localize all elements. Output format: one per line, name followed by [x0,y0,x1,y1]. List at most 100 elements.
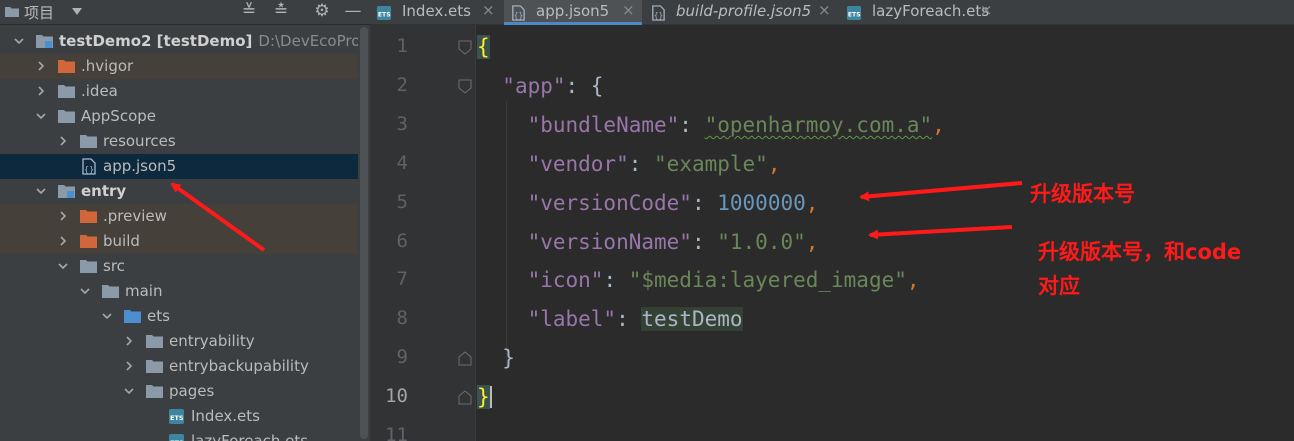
tree-row-entrybackupability[interactable]: entrybackupability [0,354,358,379]
chevron-down-icon[interactable] [124,386,134,396]
tree-row-preview[interactable]: .preview [0,204,358,229]
tree-row-idea[interactable]: .idea [0,79,358,104]
chevron-down-icon[interactable] [36,111,46,121]
folder-icon [80,135,97,148]
folder-icon [146,335,163,348]
close-icon[interactable]: × [482,1,495,19]
tree-row-index-ets[interactable]: ETS Index.ets [0,404,358,429]
dropdown-arrow-icon[interactable] [72,8,82,16]
tab-label: lazyForeach.ets [872,2,990,20]
line-number: 6 [396,229,408,252]
tree-item-label: .hvigor [81,57,134,75]
json5-file-icon: {} [512,5,525,21]
code-editor[interactable]: { "app": { "bundleName": "openharmoy.com… [477,25,1294,441]
tree-row-build[interactable]: build [0,229,358,254]
line-number: 1 [396,35,408,57]
line-number: 5 [396,190,408,213]
close-icon[interactable]: × [622,1,635,19]
tree-row-app-json5[interactable]: {} app.json5 [0,154,358,179]
code-token: : [691,190,718,215]
code-token: "1.0.0" [717,229,806,254]
project-folder-icon [5,7,19,17]
tree-row-resources[interactable]: resources [0,129,358,154]
svg-text:{}: {} [654,11,664,20]
minimize-icon[interactable]: — [342,1,364,21]
tree-row-lazyforeach-ets[interactable]: ETS lazyForeach.ets [0,429,358,441]
chevron-down-icon[interactable] [58,261,68,271]
tab-app-json5[interactable]: {} app.json5 × [504,0,642,25]
tree-item-label: resources [103,132,176,150]
svg-text:ETS: ETS [170,414,184,422]
code-token: : [603,268,629,293]
tree-item-label: Index.ets [191,407,260,425]
chevron-right-icon[interactable] [58,236,68,246]
tab-index-ets[interactable]: ETS Index.ets × [370,0,502,25]
chevron-right-icon[interactable] [124,361,134,371]
tree-row-main[interactable]: main [0,279,358,304]
code-token: "versionCode" [527,190,692,215]
tree-row-entry[interactable]: entry [0,179,358,204]
close-icon[interactable]: × [980,1,993,19]
fold-open-icon[interactable] [458,79,472,94]
tree-item-label: build [103,232,140,250]
code-line: "label": testDemo [477,305,743,343]
panel-title[interactable]: 项目 [24,2,54,23]
fold-close-icon[interactable] [458,390,472,405]
chevron-right-icon[interactable] [58,211,68,221]
editor-tab-bar: ETS Index.ets × {} app.json5 × {} build-profile… [370,0,1294,25]
fold-close-icon[interactable] [458,351,472,366]
code-token: : [691,229,718,254]
tree-row-pages[interactable]: pages [0,379,358,404]
folder-icon [58,85,75,98]
svg-text:{}: {} [514,11,524,20]
json5-file-icon: {} [652,5,665,21]
tree-row-hvigor[interactable]: .hvigor [0,54,358,79]
tree-row-entryability[interactable]: entryability [0,329,358,354]
chevron-down-icon[interactable] [80,286,90,296]
chevron-down-icon[interactable] [102,311,112,321]
scrollbar-thumb[interactable] [360,27,368,439]
svg-text:{}: {} [84,165,94,174]
chevron-right-icon[interactable] [58,136,68,146]
source-folder-icon [124,310,141,323]
collapse-all-icon[interactable]: ≛ [270,1,292,21]
tab-build-profile-json5[interactable]: {} build-profile.json5 × [644,0,838,25]
tree-item-label: .idea [81,82,118,100]
tree-row-appscope[interactable]: AppScope [0,104,358,129]
folder-icon [146,360,163,373]
line-number: 9 [396,346,408,369]
line-number: 8 [396,307,408,330]
module-folder-icon [36,35,53,48]
code-line: "icon": "$media:layered_image", [477,266,920,304]
chevron-right-icon[interactable] [124,336,134,346]
tree-item-label: entryability [169,332,255,350]
editor-gutter: 1 2 3 4 5 6 7 8 9 10 11 [370,25,476,441]
chevron-right-icon[interactable] [36,61,46,71]
tree-row-src[interactable]: src [0,254,358,279]
tree-row-testdemo2[interactable]: testDemo2 [testDemo]D:\DevEcoProject\tes [0,29,370,54]
chevron-right-icon[interactable] [36,86,46,96]
annotation-version-name-line2: 对应 [1038,274,1080,298]
annotation-version-code: 升级版本号 [1030,182,1135,206]
code-token: , [932,112,945,137]
tree-row-ets[interactable]: ets [0,304,358,329]
code-line: "versionName": "1.0.0", [477,228,819,266]
gear-icon[interactable]: ⚙ [311,1,333,21]
tree-item-label: src [103,257,125,275]
ets-file-icon: ETS [376,5,392,21]
fold-open-icon[interactable] [458,40,472,55]
code-token: "app" [502,73,566,98]
chevron-down-icon[interactable] [36,186,46,196]
code-token: : [628,151,655,176]
expand-all-icon[interactable]: ≚ [238,1,260,21]
tab-lazyforeach-ets[interactable]: ETS lazyForeach.ets × [840,0,1000,25]
line-number: 4 [396,151,408,174]
code-token: "versionName" [527,229,692,254]
chevron-down-icon[interactable] [14,36,24,46]
close-icon[interactable]: × [818,1,831,19]
ets-file-icon: ETS [169,409,184,424]
project-scrollbar[interactable] [358,25,370,441]
